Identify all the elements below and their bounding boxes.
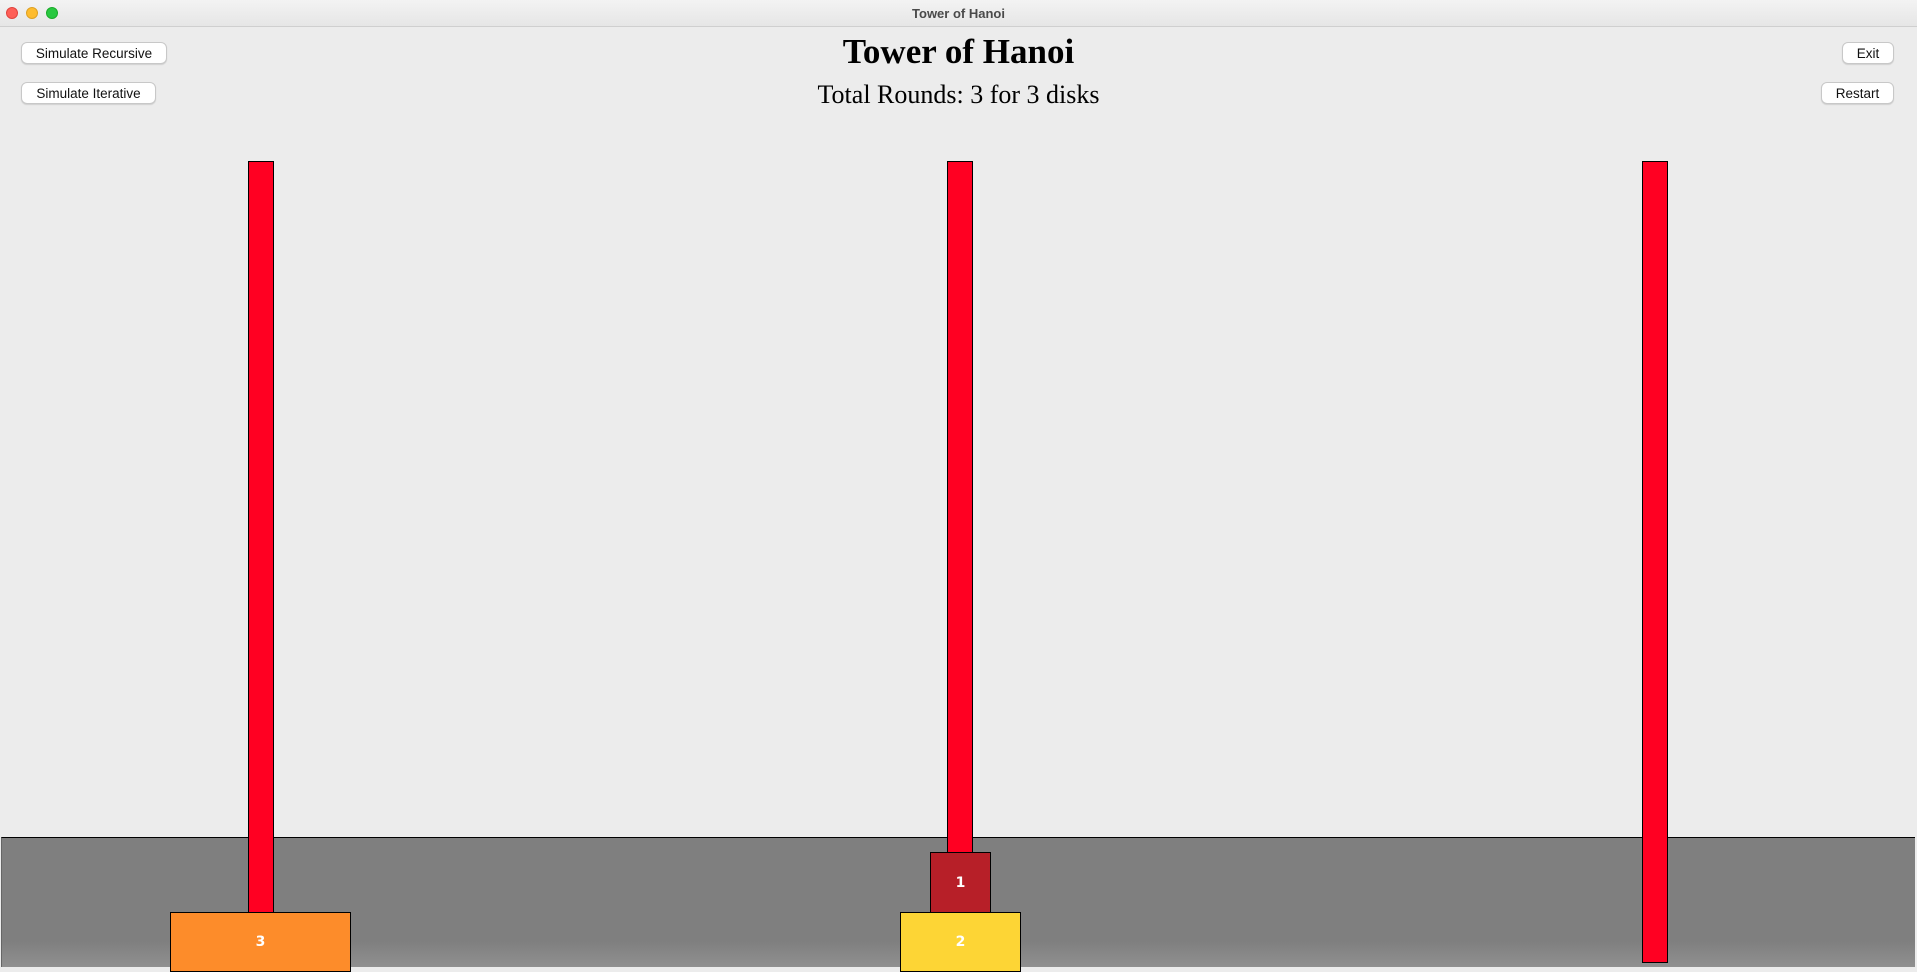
disk-3[interactable]: 3: [170, 912, 351, 972]
peg-2[interactable]: [947, 161, 973, 853]
window-titlebar: Tower of Hanoi: [0, 0, 1917, 27]
disk-2-label: 2: [955, 934, 966, 950]
window-title: Tower of Hanoi: [912, 6, 1005, 21]
rounds-counter: Total Rounds: 3 for 3 disks: [817, 80, 1100, 109]
peg-1[interactable]: [248, 161, 274, 914]
game-title: Tower of Hanoi: [842, 32, 1075, 71]
peg-3[interactable]: [1642, 161, 1668, 963]
disk-1[interactable]: 1: [930, 852, 991, 913]
disk-2[interactable]: 2: [900, 912, 1021, 972]
disk-3-label: 3: [255, 934, 266, 950]
disk-1-label: 1: [955, 874, 966, 891]
